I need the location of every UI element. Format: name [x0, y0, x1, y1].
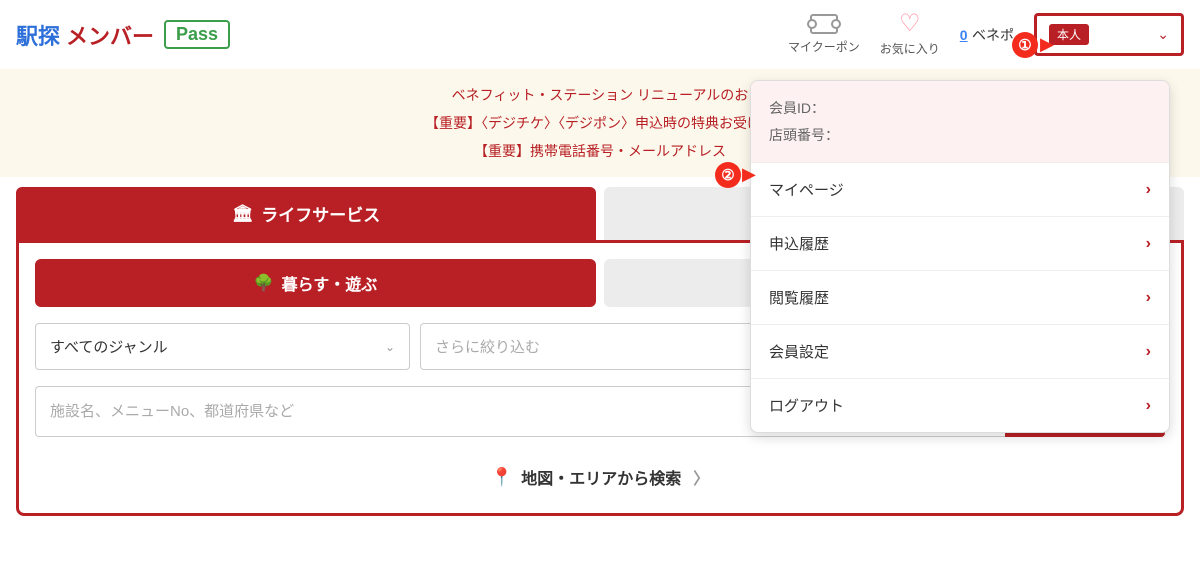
user-dropdown-toggle[interactable]: 本人 ⌄ [1034, 13, 1184, 56]
points-count: 0 [960, 27, 968, 43]
my-coupon-link[interactable]: マイクーポン [788, 14, 860, 55]
notice-line-3[interactable]: 【重要】携帯電話番号・メールアドレス [474, 143, 726, 159]
notice-line-1[interactable]: ベネフィット・ステーション リニューアルのお [452, 87, 749, 103]
annotation-arrow-2: ▶ [742, 164, 756, 185]
favorite-link[interactable]: ♡ お気に入り [880, 12, 940, 57]
coupon-label: マイクーポン [788, 38, 860, 55]
dropdown-item-order-history[interactable]: 申込履歴 › [751, 216, 1169, 270]
map-search-label: 地図・エリアから検索 [521, 465, 681, 489]
umbrella-icon: 🏛 [232, 204, 254, 224]
sub-tab-label: 暮らす・遊ぶ [282, 271, 378, 295]
chevron-right-icon: › [1146, 343, 1151, 361]
points[interactable]: 0 ベネポ [960, 25, 1014, 45]
map-area-search[interactable]: 📍 地図・エリアから検索 〉 [35, 457, 1165, 497]
notice-line-2[interactable]: 【重要】〈デジチケ〉〈デジポン〉申込時の特典お受け取 [425, 115, 775, 131]
tab-life-service[interactable]: 🏛 ライフサービス [16, 187, 596, 240]
header-right: マイクーポン ♡ お気に入り 0 ベネポ 本人 ⌄ [788, 12, 1184, 57]
logo-pass: Pass [164, 20, 230, 49]
logo[interactable]: 駅探 メンバー Pass [16, 19, 230, 51]
dropdown-item-settings[interactable]: 会員設定 › [751, 324, 1169, 378]
chevron-right-icon: 〉 [693, 465, 709, 489]
heart-icon: ♡ [899, 12, 921, 36]
dropdown-item-logout[interactable]: ログアウト › [751, 378, 1169, 432]
user-label: 本人 [1049, 24, 1089, 45]
refine-select[interactable]: さらに絞り込む ⌄ [420, 323, 795, 370]
annotation-marker-2: ② [715, 162, 741, 188]
dropdown-user-info: 会員ID： 店頭番号： [751, 81, 1169, 162]
dropdown-item-mypage[interactable]: マイページ › [751, 162, 1169, 216]
coupon-icon [810, 14, 838, 34]
favorite-label: お気に入り [880, 40, 940, 57]
chevron-right-icon: › [1146, 397, 1151, 415]
dropdown-item-view-history[interactable]: 閲覧履歴 › [751, 270, 1169, 324]
tab-label: ライフサービス [261, 201, 380, 226]
dropdown-item-label: マイページ [769, 179, 844, 200]
sub-tab-live-play[interactable]: 🌳 暮らす・遊ぶ [35, 259, 596, 307]
chevron-down-icon: ⌄ [385, 340, 395, 354]
logo-ekitan: 駅探 [16, 19, 60, 51]
logo-member: メンバー [66, 19, 154, 51]
dropdown-item-label: ログアウト [769, 395, 844, 416]
chevron-down-icon: ⌄ [1157, 26, 1169, 43]
chevron-right-icon: › [1146, 289, 1151, 307]
chevron-right-icon: › [1146, 235, 1151, 253]
pin-icon: 📍 [491, 467, 513, 488]
genre-value: すべてのジャンル [50, 336, 168, 357]
annotation-marker-1: ① [1012, 32, 1038, 58]
dropdown-item-label: 会員設定 [769, 341, 829, 362]
store-no-label: 店頭番号： [769, 127, 839, 143]
dropdown-item-label: 申込履歴 [769, 233, 829, 254]
dropdown-item-label: 閲覧履歴 [769, 287, 829, 308]
user-dropdown-menu: 会員ID： 店頭番号： マイページ › 申込履歴 › 閲覧履歴 › 会員設定 ›… [750, 80, 1170, 433]
tree-icon: 🌳 [254, 273, 274, 293]
annotation-arrow-1: ▶ [1040, 34, 1054, 55]
chevron-right-icon: › [1146, 181, 1151, 199]
points-text: ベネポ [972, 27, 1014, 43]
member-id-label: 会員ID： [769, 100, 825, 116]
refine-placeholder: さらに絞り込む [435, 336, 540, 357]
genre-select[interactable]: すべてのジャンル ⌄ [35, 323, 410, 370]
